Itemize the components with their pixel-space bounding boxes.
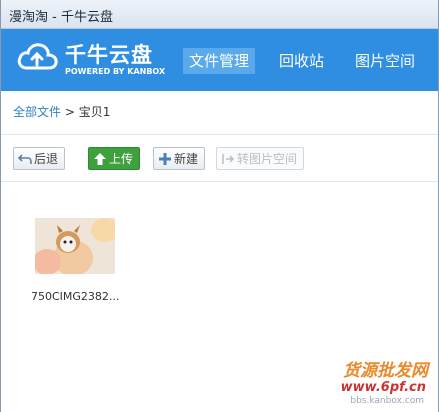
file-name[interactable]: 750CIMG2382... <box>31 290 119 303</box>
nav-more[interactable]: 君 <box>433 48 439 74</box>
watermark-line3: bbs.kanbox.com <box>350 396 424 406</box>
window-title: 漫淘淘 - 千牛云盘 <box>9 10 113 25</box>
nav-recycle-bin[interactable]: 回收站 <box>273 48 330 74</box>
upload-button[interactable]: 上传 <box>88 147 141 170</box>
back-arrow-icon <box>18 153 32 164</box>
title-bar: 漫淘淘 - 千牛云盘 <box>1 0 438 29</box>
watermark-line1: 货源批发网 <box>343 361 428 381</box>
breadcrumb-root[interactable]: 全部文件 <box>13 105 61 119</box>
logo[interactable]: 千牛云盘 POWERED BY KANBOX <box>17 35 167 85</box>
breadcrumb-separator: > <box>61 105 79 119</box>
upload-button-label: 上传 <box>109 152 134 166</box>
new-button-label: 新建 <box>174 152 199 166</box>
watermark-line2: www.6pf.cn <box>340 380 426 395</box>
app-header: 千牛云盘 POWERED BY KANBOX 文件管理 回收站 图片空间 君 <box>1 29 438 91</box>
back-button[interactable]: 后退 <box>13 147 66 170</box>
watermark: 货源批发网 www.6pf.cn bbs.kanbox.com <box>312 354 432 408</box>
breadcrumb-current: 宝贝1 <box>78 105 111 119</box>
nav-image-space[interactable]: 图片空间 <box>349 48 421 74</box>
nav-file-manager[interactable]: 文件管理 <box>183 48 256 74</box>
cloud-logo-icon <box>17 43 58 70</box>
divider <box>1 134 438 135</box>
upload-arrow-icon <box>94 152 106 165</box>
brand-name: 千牛云盘 <box>65 43 153 67</box>
file-thumbnail[interactable] <box>35 218 115 274</box>
move-to-image-space-button[interactable]: 转图片空间 <box>216 147 305 170</box>
divider <box>1 181 438 182</box>
app-window: 漫淘淘 - 千牛云盘 千牛云盘 POWERED BY KANBOX 文件管理 回… <box>0 0 439 412</box>
powered-by: POWERED BY KANBOX <box>65 67 166 76</box>
new-button[interactable]: 新建 <box>153 147 206 170</box>
breadcrumb: 全部文件 > 宝贝1 <box>13 103 110 120</box>
move-icon <box>222 153 235 164</box>
back-button-label: 后退 <box>34 152 59 166</box>
plus-icon <box>159 152 171 165</box>
move-button-label: 转图片空间 <box>237 152 298 166</box>
thumbnail-image <box>35 218 115 274</box>
